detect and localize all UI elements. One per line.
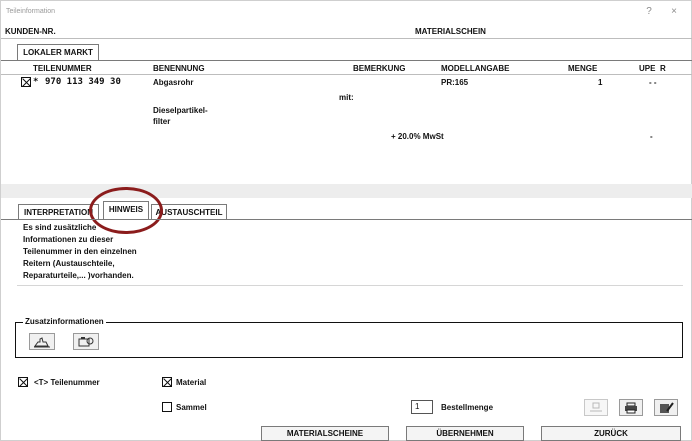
hinweis-line: Reitern (Austauschteile, [23, 259, 115, 268]
vat-note: + 20.0% MwSt [391, 132, 444, 141]
materialscheine-button[interactable]: MATERIALSCHEINE [261, 426, 389, 441]
close-button[interactable]: × [667, 6, 681, 17]
disabled-action-button[interactable] [584, 399, 608, 416]
uebernehmen-label: ÜBERNEHMEN [436, 429, 494, 438]
header-divider [1, 38, 692, 39]
printer-icon [625, 402, 637, 413]
materialscheine-label: MATERIALSCHEINE [286, 429, 364, 438]
edit-icon [660, 401, 674, 413]
sammel-checkbox[interactable] [162, 402, 172, 412]
bestellmenge-input[interactable]: 1 [411, 400, 433, 414]
hinweis-divider [17, 285, 683, 286]
zusatz-info-button-1[interactable] [29, 333, 55, 350]
material-option-label: Material [176, 378, 207, 387]
part-name-line2: Dieselpartikel- [153, 106, 208, 115]
column-divider [1, 74, 692, 75]
upe-value: - - [649, 78, 657, 87]
kunden-nr-label: KUNDEN-NR. [5, 27, 56, 36]
col-upe: UPE [639, 64, 656, 73]
col-modellangabe: MODELLANGABE [441, 64, 510, 73]
hinweis-line: Reparaturteile,... )vorhanden. [23, 271, 134, 280]
zurueck-button[interactable]: ZURÜCK [541, 426, 681, 441]
hand-icon [34, 336, 50, 347]
sammel-option-label: Sammel [176, 403, 207, 412]
part-prefix: * [33, 77, 39, 87]
zusatz-info-button-2[interactable] [73, 333, 99, 350]
part-name-line3: filter [153, 117, 171, 126]
disabled-device-icon [590, 402, 602, 411]
teilenummer-option-label: <T> Teilenummer [34, 378, 100, 387]
part-name: Abgasrohr [153, 78, 194, 87]
vat-dash: - [650, 132, 653, 141]
bestellmenge-label: Bestellmenge [441, 403, 494, 412]
hinweis-line: Teilenummer in den einzelnen [23, 247, 137, 256]
help-button[interactable]: ? [642, 6, 656, 17]
zurueck-label: ZURÜCK [594, 429, 628, 438]
col-benennung: BENENNUNG [153, 64, 205, 73]
row-select-checkbox[interactable] [21, 77, 31, 87]
title-bar: Teileinformation ? × [1, 1, 692, 23]
tab-interpretation-label: INTERPRETATION [23, 208, 94, 217]
part-number: 970 113 349 30 [45, 77, 121, 87]
zusatz-group [15, 322, 683, 358]
hinweis-line: Es sind zusätzliche [23, 223, 97, 232]
edit-button[interactable] [654, 399, 678, 416]
tab-strip-line [1, 60, 692, 61]
window-title: Teileinformation [6, 8, 56, 15]
print-button[interactable] [619, 399, 643, 416]
zusatz-label: Zusatzinformationen [23, 317, 106, 326]
teilenummer-checkbox[interactable] [18, 377, 28, 387]
uebernehmen-button[interactable]: ÜBERNEHMEN [406, 426, 524, 441]
col-bemerkung: BEMERKUNG [353, 64, 406, 73]
parts-info-window: Teileinformation ? × KUNDEN-NR. MATERIAL… [0, 0, 692, 441]
highlight-circle [89, 187, 163, 234]
tab-austauschteil-label: AUSTAUSCHTEIL [155, 208, 223, 217]
tab-interpretation[interactable]: INTERPRETATION [18, 204, 99, 219]
hinweis-line: Informationen zu dieser [23, 235, 114, 244]
tab-lokaler-markt-label: LOKALER MARKT [23, 48, 93, 57]
remark: mit: [339, 93, 354, 102]
document-title: MATERIALSCHEIN [415, 27, 486, 36]
camera-icon [78, 336, 94, 346]
quantity: 1 [598, 78, 603, 87]
tab-lokaler-markt[interactable]: LOKALER MARKT [17, 44, 99, 60]
info-tab-strip-line [1, 219, 692, 220]
col-teilenummer: TEILENUMMER [33, 64, 92, 73]
col-r: R [660, 64, 666, 73]
bestellmenge-value: 1 [415, 402, 420, 411]
col-menge: MENGE [568, 64, 598, 73]
model-info: PR:165 [441, 78, 469, 87]
material-checkbox[interactable] [162, 377, 172, 387]
